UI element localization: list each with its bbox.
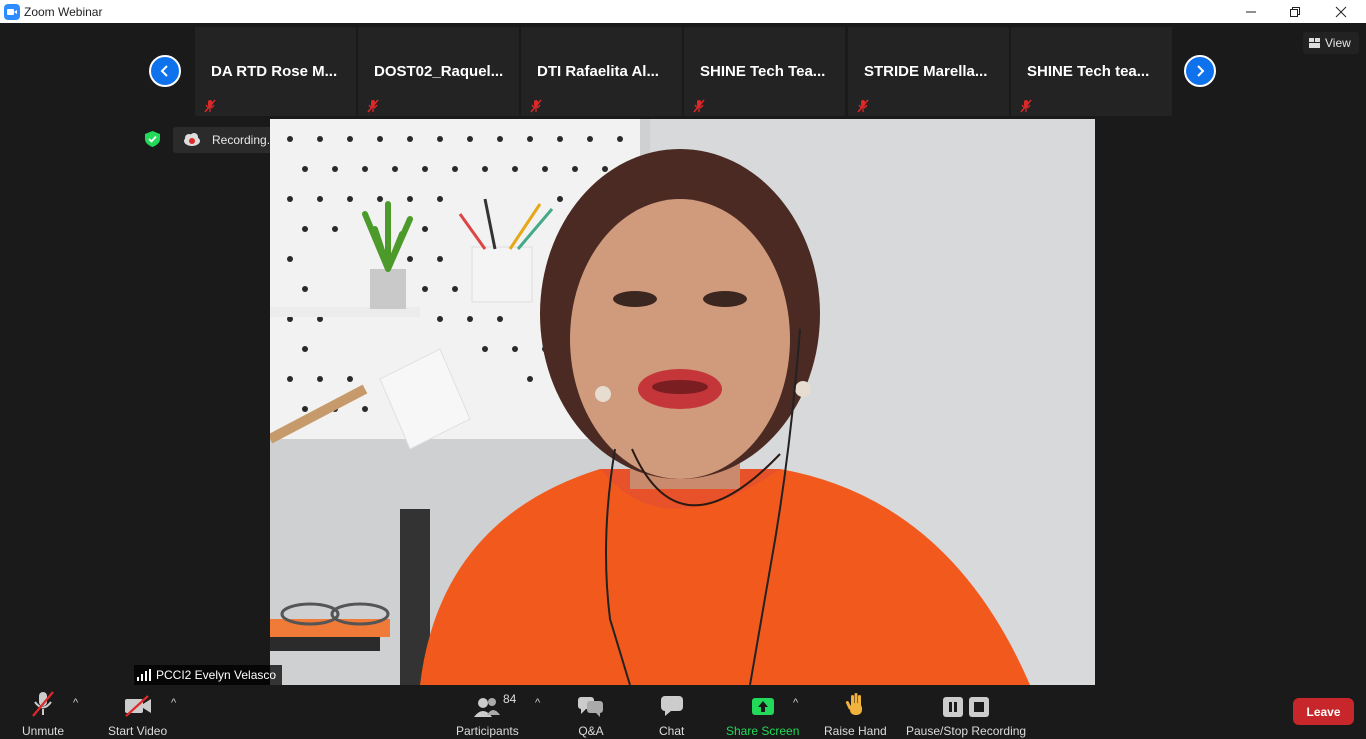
muted-mic-icon: [203, 99, 217, 118]
pause-stop-recording-label: Pause/Stop Recording: [906, 724, 1027, 738]
participant-tile[interactable]: STRIDE Marella...: [848, 27, 1009, 116]
encryption-shield-icon[interactable]: [145, 131, 160, 152]
video-off-icon: [124, 689, 152, 717]
unmute-label: Unmute: [22, 724, 65, 738]
speaker-nameplate: PCCI2 Evelyn Velasco: [134, 665, 283, 685]
chevron-left-icon: [160, 65, 168, 77]
chat-button[interactable]: Chat: [659, 689, 684, 738]
participants-options-chevron-icon[interactable]: ^: [535, 697, 540, 709]
stop-icon: [969, 697, 990, 717]
close-button[interactable]: [1318, 0, 1364, 23]
next-page-button[interactable]: [1184, 55, 1216, 87]
participant-tile[interactable]: SHINE Tech Tea...: [684, 27, 845, 116]
leave-button[interactable]: Leave: [1293, 698, 1354, 725]
muted-mic-icon: [856, 99, 870, 118]
view-button[interactable]: View: [1303, 32, 1359, 54]
participant-name: SHINE Tech tea...: [1027, 63, 1150, 80]
view-label: View: [1325, 36, 1351, 50]
speaker-video-image: [270, 119, 1095, 685]
meeting-toolbar: Unmute ^ Start Video ^ Participants 84 ^…: [0, 685, 1366, 739]
previous-page-button[interactable]: [149, 55, 181, 87]
share-options-chevron-icon[interactable]: ^: [793, 697, 798, 709]
share-screen-button[interactable]: Share Screen: [726, 689, 799, 738]
grid-view-icon: [1309, 38, 1320, 48]
close-icon: [1335, 6, 1347, 17]
chat-label: Chat: [659, 724, 685, 738]
pause-icon: [943, 697, 964, 717]
start-video-button[interactable]: Start Video: [108, 689, 167, 738]
minimize-button[interactable]: [1228, 0, 1274, 23]
participant-name: DA RTD Rose M...: [211, 63, 338, 80]
qa-button[interactable]: Q&A: [578, 689, 604, 738]
participant-tile[interactable]: DA RTD Rose M...: [195, 27, 356, 116]
signal-strength-icon: [137, 669, 151, 681]
window-title: Zoom Webinar: [24, 4, 103, 19]
raise-hand-icon: [845, 689, 865, 717]
muted-mic-icon: [1019, 99, 1033, 118]
main-video-feed: [270, 119, 1095, 685]
title-bar: Zoom Webinar: [0, 0, 1366, 23]
participant-tile[interactable]: SHINE Tech tea...: [1011, 27, 1172, 116]
share-screen-label: Share Screen: [726, 724, 800, 738]
muted-mic-icon: [692, 99, 706, 118]
qa-icon: [578, 689, 604, 717]
pause-stop-recording-button[interactable]: Pause/Stop Recording: [906, 689, 1026, 738]
participants-label: Participants: [456, 724, 519, 738]
chevron-right-icon: [1197, 65, 1205, 77]
muted-mic-icon: [529, 99, 543, 118]
speaker-name: PCCI2 Evelyn Velasco: [156, 668, 277, 682]
participant-name: DOST02_Raquel...: [374, 63, 504, 80]
participant-count: 84: [503, 692, 517, 706]
raise-hand-label: Raise Hand: [824, 724, 887, 738]
participant-name: SHINE Tech Tea...: [700, 63, 826, 80]
video-options-chevron-icon[interactable]: ^: [171, 697, 176, 709]
cloud-recording-icon: [183, 133, 201, 147]
recording-label: Recording...: [212, 133, 277, 147]
restore-button[interactable]: [1272, 0, 1318, 23]
participant-tile[interactable]: DTI Rafaelita Al...: [521, 27, 682, 116]
muted-mic-icon: [366, 99, 380, 118]
share-screen-icon: [751, 689, 775, 717]
chat-icon: [660, 689, 684, 717]
unmute-button[interactable]: Unmute: [22, 689, 64, 738]
start-video-label: Start Video: [108, 724, 168, 738]
qa-label: Q&A: [578, 724, 604, 738]
minimize-icon: [1246, 11, 1256, 12]
restore-icon: [1290, 6, 1300, 17]
raise-hand-button[interactable]: Raise Hand: [824, 689, 887, 738]
participant-name: DTI Rafaelita Al...: [537, 63, 659, 80]
participant-tile[interactable]: DOST02_Raquel...: [358, 27, 519, 116]
participant-name: STRIDE Marella...: [864, 63, 988, 80]
participants-icon: [474, 689, 501, 717]
zoom-app-icon: [4, 3, 20, 20]
muted-mic-icon: [31, 689, 55, 717]
pause-stop-recording-icons: [943, 689, 990, 717]
audio-options-chevron-icon[interactable]: ^: [73, 697, 78, 709]
